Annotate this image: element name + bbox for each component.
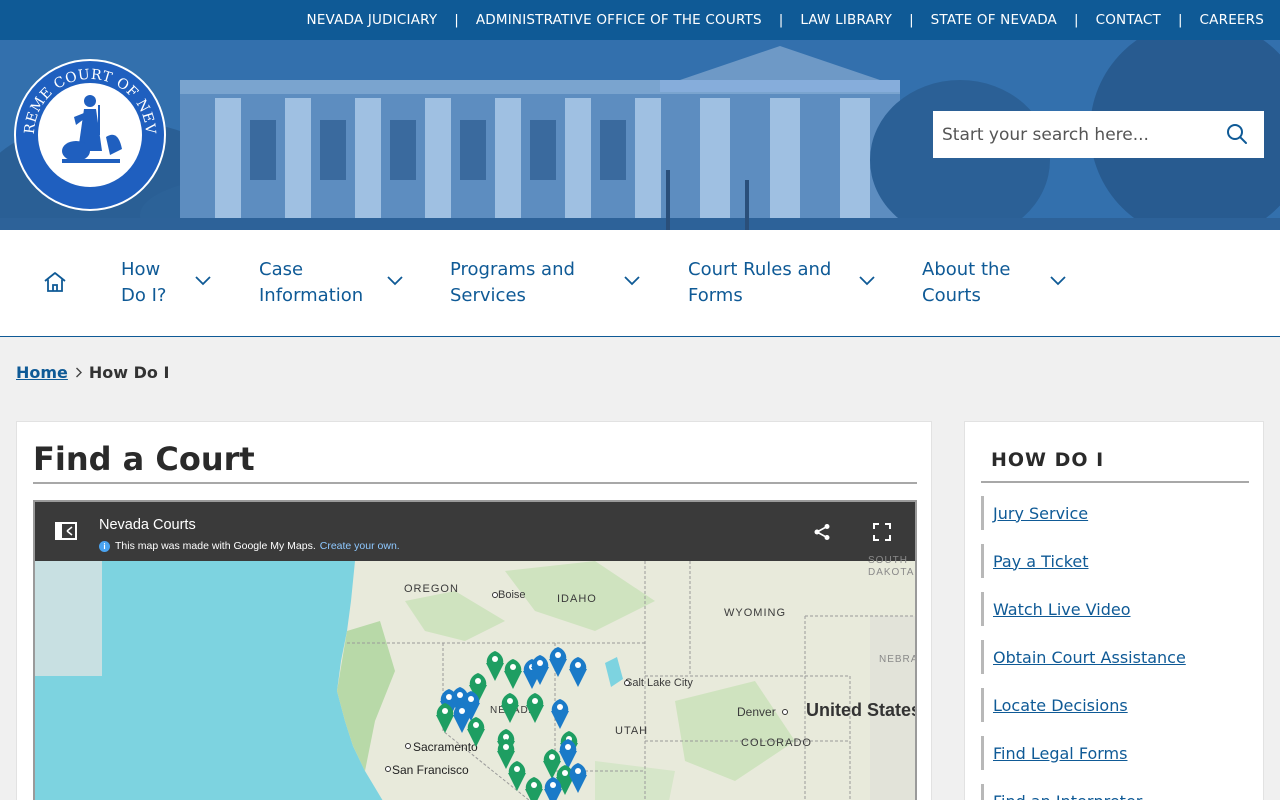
sidebar-link-jury-service[interactable]: Jury Service [993,504,1088,523]
sidebar-link-list: Jury Service Pay a Ticket Watch Live Vid… [981,496,1186,800]
main-content-card: Find a Court Nevada Courts i This map wa… [16,421,932,800]
map-note-text: This map was made with Google My Maps. [115,540,316,552]
sidebar-link-find-an-interpreter[interactable]: Find an Interpreter [993,792,1142,800]
header-banner: SUPREME COURT OF NEVADA FIAT JUSTITIA ★ … [0,40,1280,230]
search-icon[interactable] [1226,123,1248,145]
nav-item-case-information[interactable]: Case Information [259,257,363,309]
nav-label-line2: Do I? [121,285,167,306]
map-pin-green[interactable] [501,693,519,723]
map-attribution: i This map was made with Google My Maps.… [99,540,400,552]
map-pin-blue[interactable] [549,647,567,677]
chevron-down-icon[interactable] [624,276,640,286]
svg-text:★: ★ [38,132,46,142]
nav-label-line2: Services [450,285,526,306]
sidebar-link-obtain-court-assistance[interactable]: Obtain Court Assistance [993,648,1186,667]
list-item: Find an Interpreter [981,784,1186,800]
separator: | [909,12,914,28]
create-your-own-link[interactable]: Create your own. [320,540,400,552]
topbar-link-state-of-nevada[interactable]: STATE OF NEVADA [931,12,1057,28]
sidebar-link-find-legal-forms[interactable]: Find Legal Forms [993,744,1127,763]
divider [981,481,1249,483]
topbar-link-nevada-judiciary[interactable]: NEVADA JUDICIARY [307,12,438,28]
list-item: Pay a Ticket [981,544,1186,578]
breadcrumb-home-link[interactable]: Home [16,363,68,382]
breadcrumb: Home How Do I [16,363,169,382]
topbar-link-contact[interactable]: CONTACT [1096,12,1161,28]
main-navigation: How Do I? Case Information Programs and Ser… [0,230,1280,337]
site-search [933,111,1264,158]
info-icon: i [99,540,110,552]
map-pin-blue[interactable] [569,657,587,687]
how-do-i-sidebar: HOW DO I Jury Service Pay a Ticket Watch… [964,421,1264,800]
utility-bar: NEVADA JUDICIARY | ADMINISTRATIVE OFFICE… [0,0,1280,40]
map-legend-toggle-icon[interactable] [55,522,77,540]
fullscreen-icon[interactable] [873,523,891,541]
topbar-link-careers[interactable]: CAREERS [1200,12,1264,28]
page-title: Find a Court [33,440,255,478]
sidebar-link-locate-decisions[interactable]: Locate Decisions [993,696,1128,715]
map-title: Nevada Courts [99,517,196,533]
nav-label-line1: Programs and [450,259,575,280]
list-item: Locate Decisions [981,688,1186,722]
sidebar-link-pay-a-ticket[interactable]: Pay a Ticket [993,552,1089,571]
nav-label-line1: About the [922,259,1011,280]
nav-label-line1: Court Rules and [688,259,832,280]
breadcrumb-current: How Do I [88,363,170,382]
map-pin-blue[interactable] [551,699,569,729]
separator: | [1177,12,1183,28]
nav-item-how-do-i[interactable]: How Do I? [121,257,166,309]
separator: | [1074,12,1079,28]
nav-item-about-the-courts[interactable]: About the Courts [922,257,1010,309]
sidebar-heading: HOW DO I [991,449,1105,471]
map-pin-green[interactable] [526,693,544,723]
map-pin-green[interactable] [504,659,522,689]
list-item: Jury Service [981,496,1186,530]
map-pin-green[interactable] [467,717,485,747]
map-pin-green[interactable] [486,651,504,681]
nav-label-line1: How [121,259,161,280]
search-input[interactable] [933,112,1213,157]
chevron-right-icon [75,367,82,378]
nav-label-line2: Forms [688,285,743,306]
supreme-court-seal-logo[interactable]: SUPREME COURT OF NEVADA FIAT JUSTITIA ★ … [14,59,166,211]
embedded-map[interactable]: Nevada Courts i This map was made with G… [33,500,917,800]
nav-label-line2: Courts [922,285,981,306]
map-pin-green[interactable] [525,777,543,800]
map-pin-blue[interactable] [569,763,587,793]
list-item: Find Legal Forms [981,736,1186,770]
map-pins [436,647,587,800]
separator: | [778,12,784,28]
nav-item-court-rules-and-forms[interactable]: Court Rules and Forms [688,257,831,309]
map-pin-green[interactable] [508,761,526,791]
nav-label-line1: Case [259,259,304,280]
svg-text:★: ★ [134,132,142,142]
map-canvas[interactable]: OREGON Boise IDAHO WYOMING SOUTH DAKOTA … [35,555,915,800]
separator: | [454,12,459,28]
home-icon[interactable] [43,271,67,293]
chevron-down-icon[interactable] [387,276,403,286]
nav-label-line2: Information [259,285,364,306]
chevron-down-icon[interactable] [859,276,875,286]
topbar-link-law-library[interactable]: LAW LIBRARY [800,12,892,28]
sidebar-link-watch-live-video[interactable]: Watch Live Video [993,600,1130,619]
list-item: Watch Live Video [981,592,1186,626]
chevron-down-icon[interactable] [195,276,211,286]
chevron-down-icon[interactable] [1050,276,1066,286]
topbar-link-aoc[interactable]: ADMINISTRATIVE OFFICE OF THE COURTS [476,12,762,28]
share-icon[interactable] [813,523,831,541]
map-header: Nevada Courts i This map was made with G… [35,502,915,561]
divider [33,482,917,484]
list-item: Obtain Court Assistance [981,640,1186,674]
nav-item-programs-and-services[interactable]: Programs and Services [450,257,575,309]
